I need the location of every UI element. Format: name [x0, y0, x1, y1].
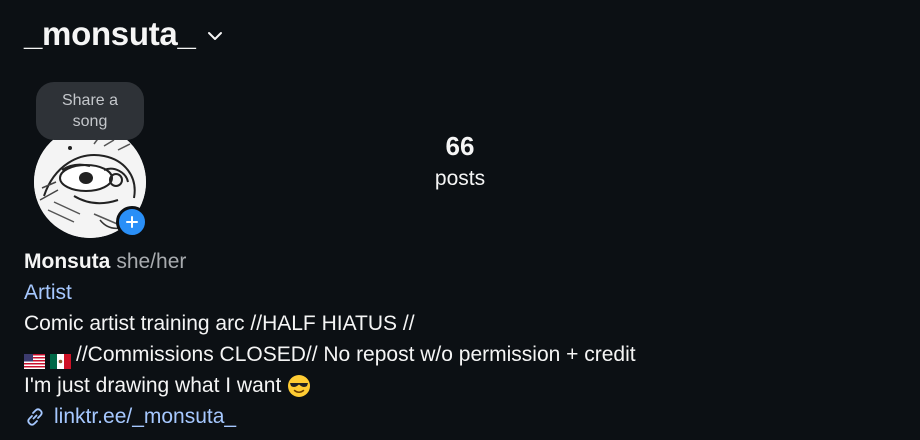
bio-text-1: Comic artist training arc //HALF HIATUS … [24, 312, 415, 335]
bio-line-1: Comic artist training arc //HALF HIATUS … [24, 308, 636, 339]
bio-line-3: I'm just drawing what I want [24, 370, 636, 401]
profile-category: Artist [24, 281, 72, 304]
posts-label: posts [434, 167, 486, 190]
profile-bio: Monsuta she/her Artist Comic artist trai… [24, 246, 636, 432]
avatar-container[interactable] [34, 126, 148, 238]
mexico-flag-icon [50, 347, 71, 369]
profile-header: _monsuta_ [24, 14, 224, 54]
posts-stat[interactable]: 66 posts [400, 128, 520, 194]
sunglasses-emoji-icon [287, 374, 311, 398]
bio-line-2: //Commissions CLOSED// No repost w/o per… [24, 339, 636, 370]
bio-text-3: I'm just drawing what I want [24, 374, 282, 397]
display-name: Monsuta [24, 250, 111, 273]
pronouns: she/her [116, 250, 187, 273]
link-icon [24, 406, 46, 428]
posts-count: 66 [445, 131, 475, 161]
name-line: Monsuta she/her [24, 246, 636, 277]
add-story-button[interactable] [116, 206, 148, 238]
plus-icon [126, 216, 138, 228]
share-song-bubble[interactable]: Share a song [36, 82, 144, 140]
share-song-label: Share a song [61, 92, 119, 130]
username-switcher[interactable]: _monsuta_ [24, 15, 196, 53]
chevron-down-icon[interactable] [206, 27, 224, 45]
link-line[interactable]: linktr.ee/_monsuta_ [24, 401, 636, 432]
profile-link[interactable]: linktr.ee/_monsuta_ [54, 401, 236, 432]
category-line: Artist [24, 277, 636, 308]
us-flag-icon [24, 347, 45, 369]
bio-text-2: //Commissions CLOSED// No repost w/o per… [76, 343, 636, 366]
